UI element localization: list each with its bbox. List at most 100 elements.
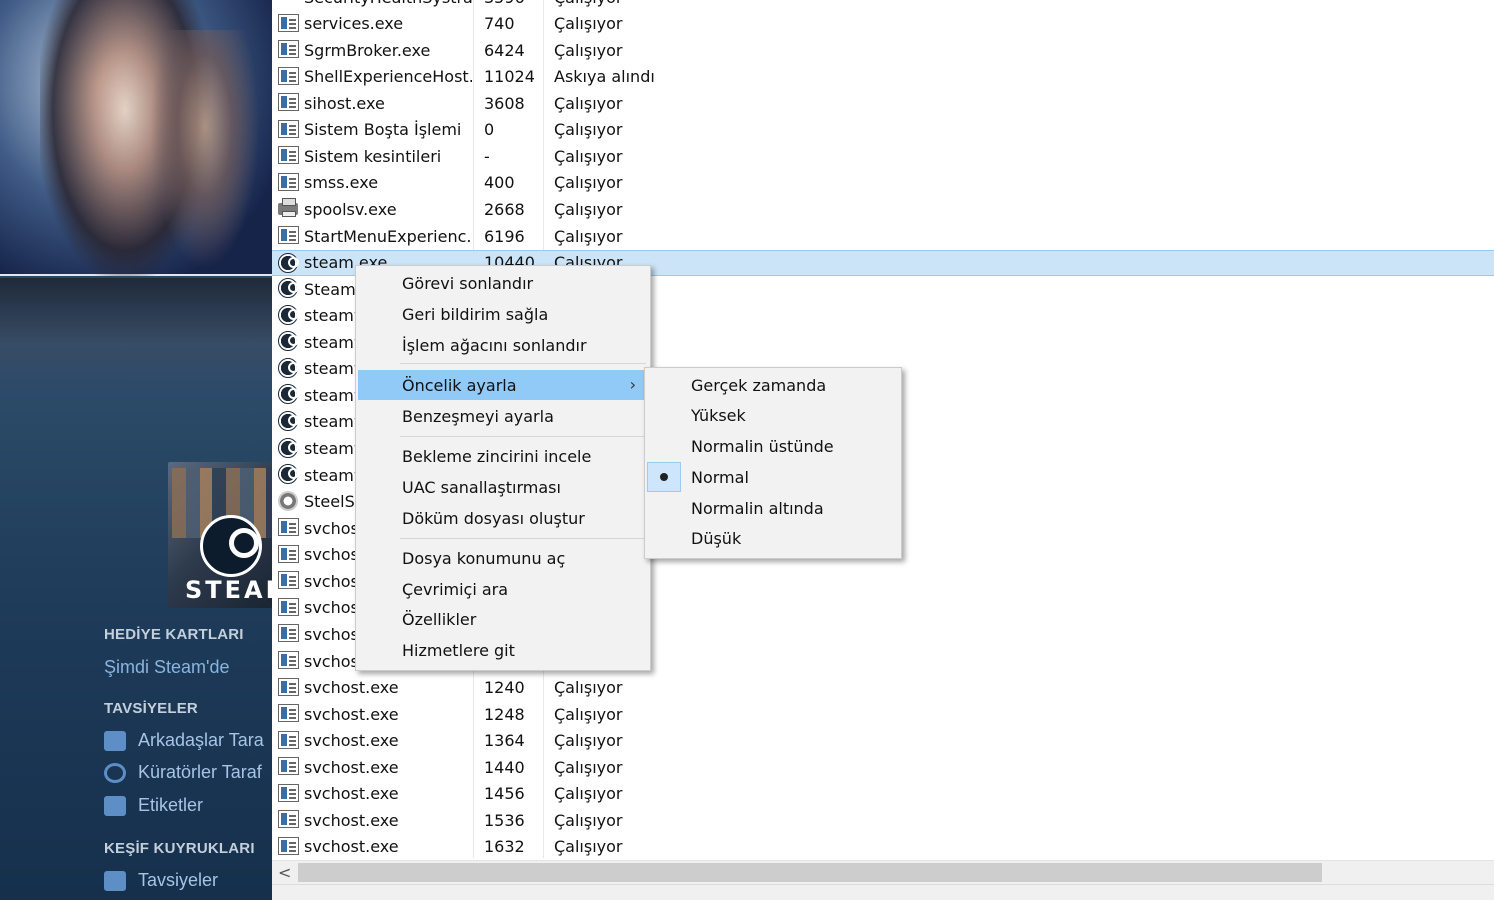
process-pid: 0 bbox=[484, 120, 495, 140]
nav-label: Etiketler bbox=[138, 795, 204, 815]
process-row[interactable]: SgrmBroker.exe 6424 Çalışıyor bbox=[272, 37, 1494, 63]
process-row[interactable]: svchost.exe 1632 Çalışıyor bbox=[272, 834, 1494, 860]
process-status: Çalışıyor bbox=[554, 784, 623, 804]
menu-search-online[interactable]: Çevrimiçi ara bbox=[358, 574, 648, 604]
process-status: Askıya alındı bbox=[554, 67, 655, 87]
menu-end-task[interactable]: Görevi sonlandır bbox=[358, 268, 648, 298]
nav-curators-recommend[interactable]: Küratörler Taraf bbox=[104, 762, 262, 783]
window-icon bbox=[278, 146, 299, 165]
process-pid: 400 bbox=[484, 173, 515, 193]
menu-separator bbox=[400, 436, 646, 437]
process-name: svchost.exe bbox=[304, 731, 399, 751]
process-pid: 6196 bbox=[484, 226, 525, 246]
process-row[interactable]: Sistem kesintileri - Çalışıyor bbox=[272, 143, 1494, 169]
menu-end-process-tree[interactable]: İşlem ağacını sonlandır bbox=[358, 330, 648, 360]
process-row[interactable]: services.exe 740 Çalışıyor bbox=[272, 11, 1494, 37]
priority-submenu: Gerçek zamanda Yüksek Normalin üstünde N… bbox=[644, 367, 902, 559]
process-pid: 3608 bbox=[484, 93, 525, 113]
menu-label: Öncelik ayarla bbox=[402, 375, 517, 395]
nav-label: Tavsiyeler bbox=[138, 870, 219, 890]
window-icon bbox=[278, 571, 299, 590]
process-row[interactable]: Sistem Boşta İşlemi 0 Çalışıyor bbox=[272, 117, 1494, 143]
menu-give-feedback[interactable]: Geri bildirim sağla bbox=[358, 299, 648, 329]
process-row[interactable]: spoolsv.exe 2668 Çalışıyor bbox=[272, 196, 1494, 222]
process-status: Çalışıyor bbox=[554, 704, 623, 724]
process-row[interactable]: smss.exe 400 Çalışıyor bbox=[272, 170, 1494, 196]
window-icon bbox=[278, 651, 299, 669]
curator-icon bbox=[104, 762, 126, 783]
priority-realtime[interactable]: Gerçek zamanda bbox=[647, 370, 899, 400]
steam-wordmark: STEAM bbox=[185, 576, 272, 604]
process-status: Çalışıyor bbox=[554, 93, 623, 113]
artwork-character-2 bbox=[150, 30, 260, 270]
process-row[interactable]: svchost.exe 1240 Çalışıyor bbox=[272, 675, 1494, 701]
menu-uac-virtualization[interactable]: UAC sanallaştırması bbox=[358, 472, 648, 502]
process-row[interactable]: svchost.exe 1440 Çalışıyor bbox=[272, 754, 1494, 780]
process-row[interactable]: svchost.exe 1536 Çalışıyor bbox=[272, 807, 1494, 833]
process-row[interactable]: StartMenuExperienc... 6196 Çalışıyor bbox=[272, 223, 1494, 249]
menu-set-affinity[interactable]: Benzeşmeyi ayarla bbox=[358, 401, 648, 431]
gift-cards-heading: HEDİYE KARTLARI bbox=[104, 626, 244, 643]
process-status: Çalışıyor bbox=[554, 40, 623, 60]
process-status: Çalışıyor bbox=[554, 731, 623, 751]
scrollbar-thumb[interactable] bbox=[298, 863, 1322, 882]
priority-above-normal[interactable]: Normalin üstünde bbox=[647, 431, 899, 461]
menu-create-dump-file[interactable]: Döküm dosyası oluştur bbox=[358, 503, 648, 533]
window-icon bbox=[278, 757, 299, 776]
status-strip bbox=[272, 884, 1494, 900]
nav-tags[interactable]: Etiketler bbox=[104, 795, 203, 816]
horizontal-scrollbar[interactable]: < bbox=[272, 860, 1494, 884]
steam-icon bbox=[278, 331, 299, 352]
process-status: Çalışıyor bbox=[554, 0, 622, 7]
priority-below-normal[interactable]: Normalin altında bbox=[647, 493, 899, 523]
process-name: svchost.exe bbox=[304, 810, 399, 830]
process-row[interactable]: svchost.exe 1364 Çalışıyor bbox=[272, 728, 1494, 754]
process-name: sihost.exe bbox=[304, 93, 385, 113]
menu-analyze-wait-chain[interactable]: Bekleme zincirini incele bbox=[358, 441, 648, 471]
window-icon bbox=[278, 226, 299, 245]
process-pid: 1456 bbox=[484, 784, 525, 804]
scroll-left-arrow-icon[interactable]: < bbox=[278, 863, 291, 882]
menu-open-file-location[interactable]: Dosya konumunu aç bbox=[358, 543, 648, 573]
friends-icon bbox=[104, 730, 126, 751]
steam-icon bbox=[278, 437, 299, 458]
process-name: Sistem kesintileri bbox=[304, 146, 442, 166]
process-status: Çalışıyor bbox=[554, 810, 623, 830]
menu-set-priority[interactable]: Öncelik ayarla › bbox=[358, 370, 648, 400]
process-pid: 2668 bbox=[484, 199, 525, 219]
process-pid: 6424 bbox=[484, 40, 525, 60]
gift-cards-link[interactable]: Şimdi Steam'de bbox=[104, 657, 230, 678]
process-status: Çalışıyor bbox=[554, 199, 623, 219]
menu-separator bbox=[400, 363, 646, 364]
artwork-banner bbox=[0, 278, 272, 398]
priority-high[interactable]: Yüksek bbox=[647, 400, 899, 430]
steam-icon bbox=[278, 278, 299, 299]
process-name: svchost.exe bbox=[304, 678, 399, 698]
window-icon bbox=[278, 624, 299, 643]
printer-icon bbox=[278, 198, 298, 218]
process-row[interactable]: svchost.exe 1248 Çalışıyor bbox=[272, 701, 1494, 727]
process-row[interactable]: SecurityHealthSystra... 3596 Çalışıyor bbox=[272, 0, 1494, 10]
process-status: Çalışıyor bbox=[554, 146, 623, 166]
priority-normal[interactable]: Normal bbox=[647, 462, 899, 492]
menu-separator bbox=[400, 538, 646, 539]
steam-icon bbox=[278, 410, 299, 431]
menu-properties[interactable]: Özellikler bbox=[358, 604, 648, 634]
process-pid: 1632 bbox=[484, 837, 525, 857]
process-row[interactable]: sihost.exe 3608 Çalışıyor bbox=[272, 90, 1494, 116]
process-row[interactable]: svchost.exe 1456 Çalışıyor bbox=[272, 781, 1494, 807]
nav-discovery-recommendations[interactable]: Tavsiyeler bbox=[104, 870, 218, 891]
priority-low[interactable]: Düşük bbox=[647, 523, 899, 553]
steam-icon bbox=[278, 357, 299, 378]
process-status: Çalışıyor bbox=[554, 757, 623, 777]
process-row[interactable]: ShellExperienceHost.... 11024 Askıya alınd… bbox=[272, 64, 1494, 90]
window-icon bbox=[278, 40, 299, 59]
process-pid: - bbox=[484, 146, 490, 166]
process-pid: 11024 bbox=[484, 67, 535, 87]
window-icon bbox=[278, 172, 299, 191]
process-name: smss.exe bbox=[304, 173, 379, 193]
nav-friends-recommend[interactable]: Arkadaşlar Tara bbox=[104, 730, 264, 751]
menu-go-to-services[interactable]: Hizmetlere git bbox=[358, 635, 648, 665]
window-icon bbox=[278, 93, 299, 112]
window-icon bbox=[278, 119, 299, 138]
